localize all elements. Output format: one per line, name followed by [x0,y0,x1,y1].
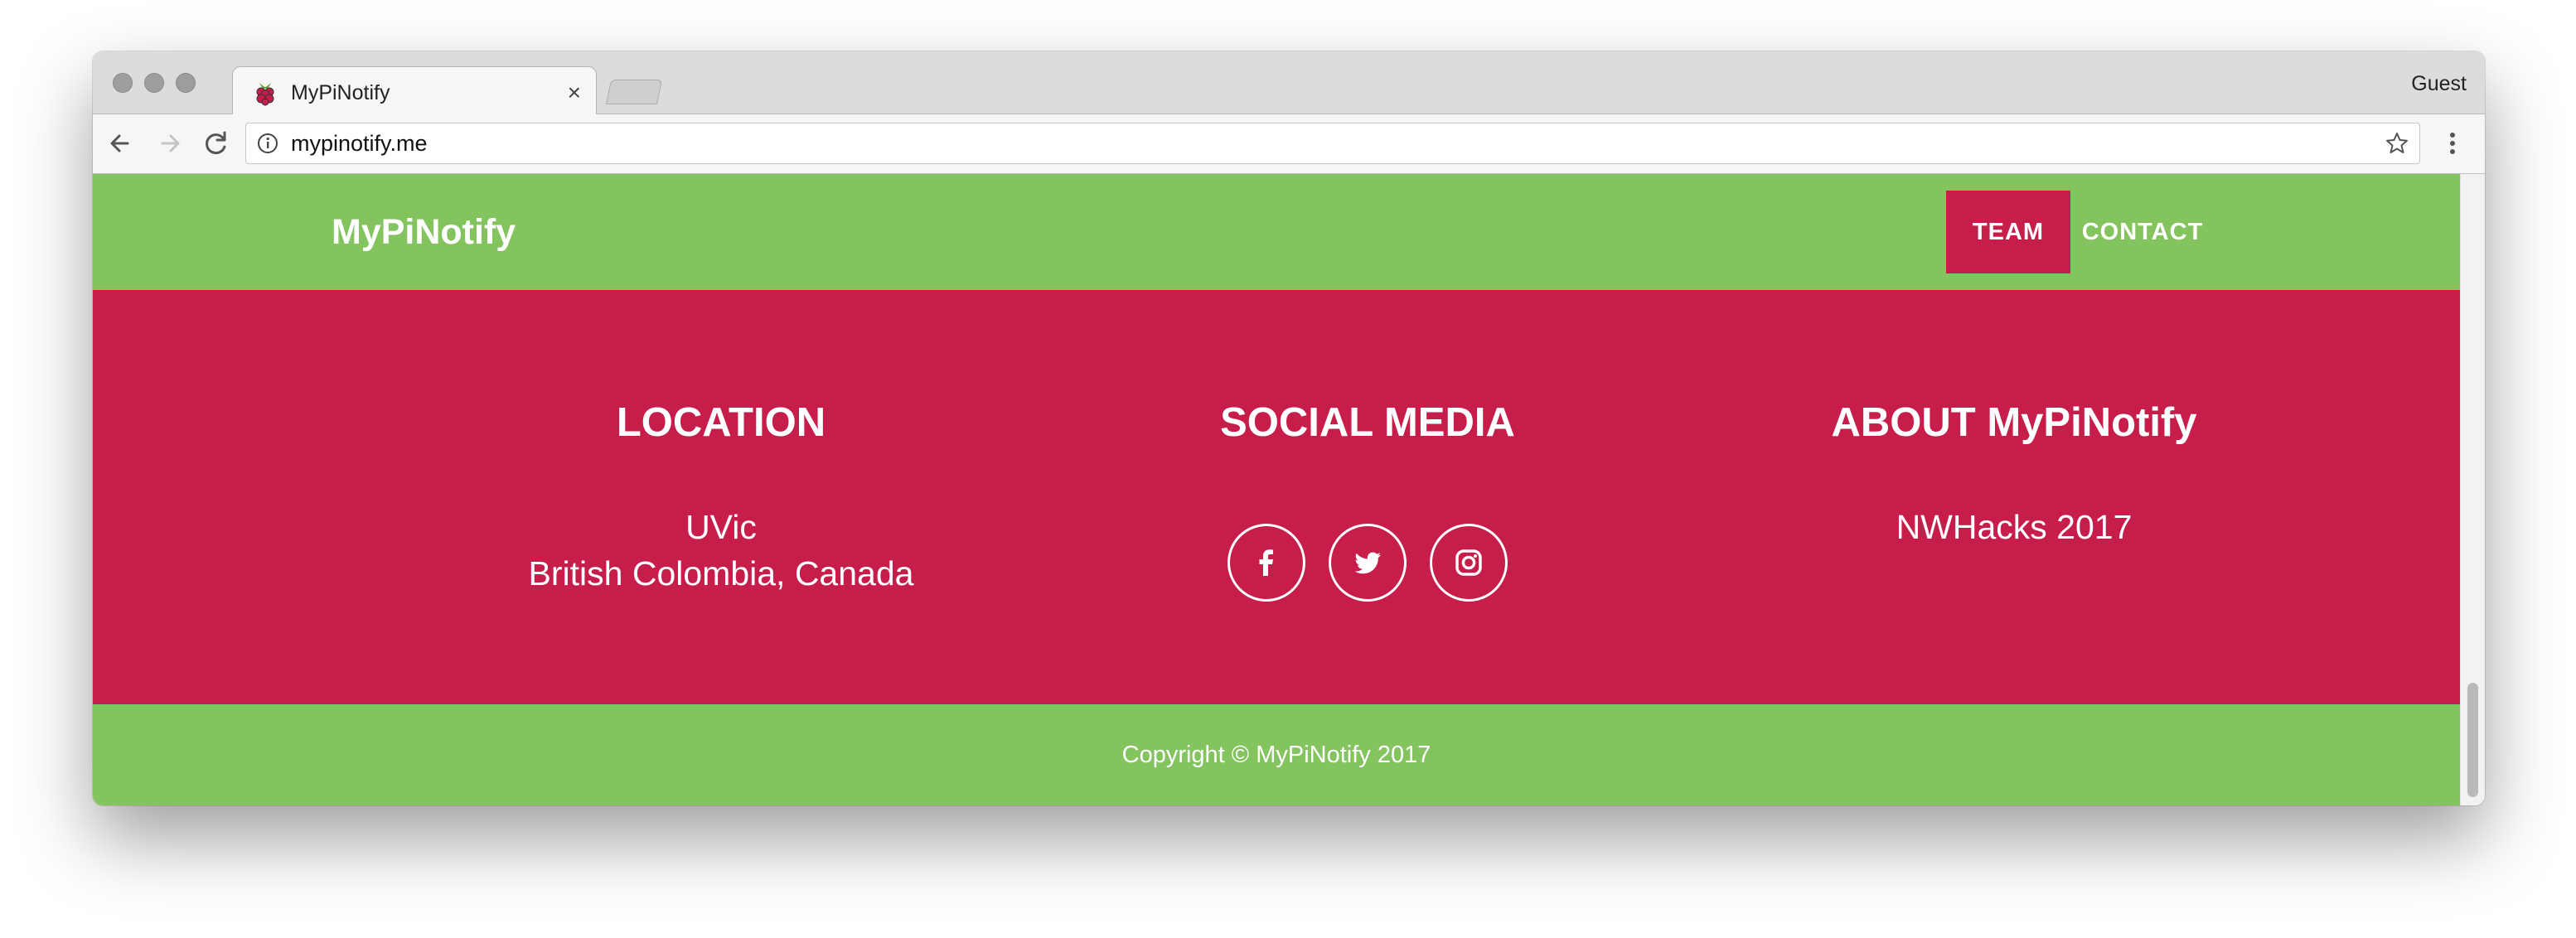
location-heading: LOCATION [616,400,826,445]
new-tab-button[interactable] [605,80,663,104]
vertical-scrollbar[interactable] [2460,174,2485,805]
nav-link-contact[interactable]: CONTACT [2074,191,2211,273]
page-viewport: MyPiNotify TEAM CONTACT LOCATION UVic Br… [93,174,2485,805]
url-text[interactable]: mypinotify.me [291,123,428,163]
tab-mypinotify[interactable]: MyPiNotify × [232,66,597,116]
browser-toolbar: mypinotify.me [93,114,2485,174]
nav-link-team[interactable]: TEAM [1946,191,2070,273]
tab-title: MyPiNotify [291,81,390,104]
back-arrow-icon[interactable] [103,126,138,161]
social-media-heading: SOCIAL MEDIA [1220,400,1515,445]
info-icon[interactable] [256,132,279,155]
minimize-window-button[interactable] [144,73,164,93]
tab-close-icon[interactable]: × [568,79,581,107]
bookmark-star-icon[interactable] [2385,131,2409,156]
menu-dots-icon[interactable] [2435,126,2470,161]
location-line-1: UVic [685,508,757,546]
reload-icon[interactable] [199,126,234,161]
browser-window: MyPiNotify × Guest mypinotify.me MyPiNot… [93,51,2485,805]
about-text: NWHacks 2017 [1896,508,2133,546]
instagram-icon [1455,549,1482,576]
forward-arrow-icon[interactable] [153,126,187,161]
scrollbar-thumb[interactable] [2467,683,2478,797]
twitter-button[interactable] [1329,524,1407,602]
footer-main: LOCATION UVic British Colombia, Canada S… [93,290,2460,704]
twitter-icon [1354,552,1381,574]
site-brand[interactable]: MyPiNotify [332,174,516,290]
footer-bottom: Copyright © MyPiNotify 2017 [93,704,2460,805]
raspberry-favicon-icon [256,83,274,106]
tab-strip: MyPiNotify × Guest [93,51,2485,116]
facebook-icon [1259,549,1273,576]
about-heading: ABOUT MyPiNotify [1831,400,2197,445]
copyright-text: Copyright © MyPiNotify 2017 [1121,742,1431,768]
address-bar[interactable]: mypinotify.me [245,123,2420,164]
location-line-2: British Colombia, Canada [528,554,914,592]
profile-label[interactable]: Guest [2411,70,2467,98]
site-navbar: MyPiNotify TEAM CONTACT [93,174,2460,290]
social-buttons [1044,524,1691,602]
facebook-button[interactable] [1227,524,1305,602]
zoom-window-button[interactable] [176,73,196,93]
close-window-button[interactable] [113,73,133,93]
instagram-button[interactable] [1430,524,1508,602]
